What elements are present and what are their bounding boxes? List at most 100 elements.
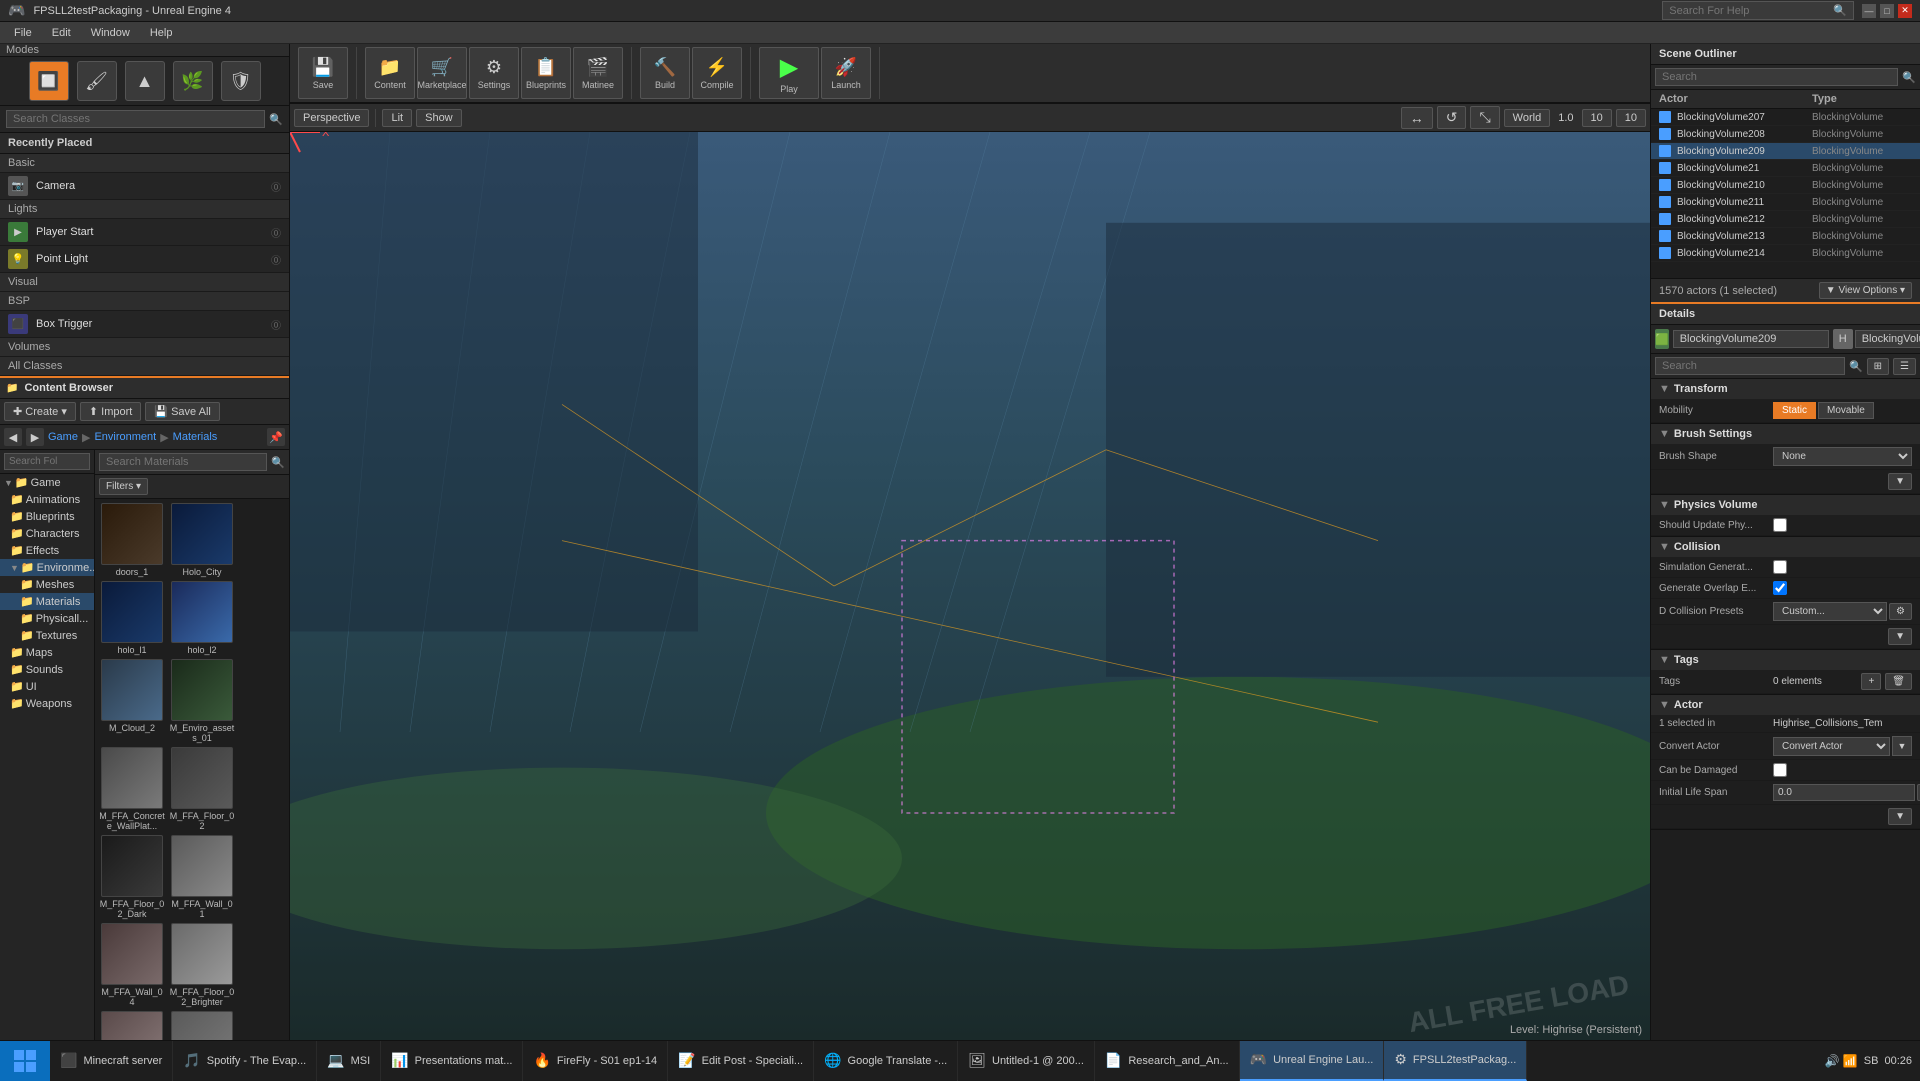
tags-remove-btn[interactable]: 🗑 bbox=[1885, 673, 1912, 690]
tree-weapons[interactable]: 📁 Weapons bbox=[0, 695, 94, 712]
brush-settings-header[interactable]: ▼ Brush Settings bbox=[1651, 424, 1920, 444]
asset-floor02-dark[interactable]: M_FFA_Floor_02_Dark bbox=[99, 835, 165, 919]
so-item-5[interactable]: BlockingVolume211 BlockingVolume bbox=[1651, 194, 1920, 211]
viewport[interactable]: X Y Z Level: Highrise (Persistent) ALL F… bbox=[290, 132, 1650, 1040]
close-btn[interactable]: ✕ bbox=[1898, 4, 1912, 18]
maximize-btn[interactable]: □ bbox=[1880, 4, 1894, 18]
tags-add-btn[interactable]: + bbox=[1861, 673, 1881, 690]
asset-floor02-brighter[interactable]: M_FFA_Floor_02_Brighter bbox=[169, 923, 235, 1007]
tree-maps[interactable]: 📁 Maps bbox=[0, 644, 94, 661]
collision-header[interactable]: ▼ Collision bbox=[1651, 537, 1920, 557]
tree-game[interactable]: ▼ 📁 Game bbox=[0, 474, 94, 491]
convert-actor-select[interactable]: Convert Actor bbox=[1773, 737, 1890, 756]
convert-actor-dropdown-btn[interactable]: ▼ bbox=[1892, 736, 1912, 756]
taskbar-firefly[interactable]: 🔥 FireFly - S01 ep1-14 bbox=[523, 1041, 668, 1081]
import-btn[interactable]: ⬆ Import bbox=[80, 402, 141, 421]
so-item-8[interactable]: BlockingVolume214 BlockingVolume bbox=[1651, 245, 1920, 262]
asset-holo-city[interactable]: Holo_City bbox=[169, 503, 235, 577]
tree-sounds[interactable]: 📁 Sounds bbox=[0, 661, 94, 678]
so-item-7[interactable]: BlockingVolume213 BlockingVolume bbox=[1651, 228, 1920, 245]
save-all-btn[interactable]: 💾 Save All bbox=[145, 402, 220, 421]
paint-mode-btn[interactable]: 🖌 bbox=[77, 61, 117, 101]
asset-holo-l1[interactable]: holo_l1 bbox=[99, 581, 165, 655]
brush-shape-select[interactable]: None bbox=[1773, 447, 1912, 466]
play-btn[interactable]: ▶ Play bbox=[759, 47, 819, 99]
static-btn[interactable]: Static bbox=[1773, 402, 1816, 419]
menu-help[interactable]: Help bbox=[140, 25, 183, 41]
so-item-6[interactable]: BlockingVolume212 BlockingVolume bbox=[1651, 211, 1920, 228]
tree-meshes[interactable]: 📁 Meshes bbox=[0, 576, 94, 593]
folder-search-input[interactable] bbox=[4, 453, 90, 470]
life-span-input[interactable] bbox=[1773, 784, 1915, 801]
tree-animations[interactable]: 📁 Animations bbox=[0, 491, 94, 508]
asset-holo-l2[interactable]: holo_l2 bbox=[169, 581, 235, 655]
minimize-btn[interactable]: — bbox=[1862, 4, 1876, 18]
compile-btn[interactable]: ⚡ Compile bbox=[692, 47, 742, 99]
so-view-options-btn[interactable]: ▼ View Options ▾ bbox=[1819, 282, 1912, 299]
so-item-3[interactable]: BlockingVolume21 BlockingVolume bbox=[1651, 160, 1920, 177]
tree-textures[interactable]: 📁 Textures bbox=[0, 627, 94, 644]
so-search-input[interactable] bbox=[1655, 68, 1898, 86]
vp-grid-btn[interactable]: 10 bbox=[1582, 109, 1612, 127]
actor-file-input[interactable] bbox=[1855, 330, 1920, 348]
launch-btn[interactable]: 🚀 Launch bbox=[821, 47, 871, 99]
nav-lock-btn[interactable]: 📌 bbox=[267, 428, 285, 446]
asset-cloud2[interactable]: M_Cloud_2 bbox=[99, 659, 165, 743]
vp-rot-btn[interactable]: 10 bbox=[1616, 109, 1646, 127]
materials-search-input[interactable] bbox=[99, 453, 267, 471]
breadcrumb-game[interactable]: Game bbox=[48, 431, 78, 443]
so-item-1[interactable]: BlockingVolume208 BlockingVolume bbox=[1651, 126, 1920, 143]
foliage-mode-btn[interactable]: 🌿 bbox=[173, 61, 213, 101]
overlap-checkbox[interactable] bbox=[1773, 581, 1787, 595]
update-physics-checkbox[interactable] bbox=[1773, 518, 1787, 532]
build-btn[interactable]: 🔨 Build bbox=[640, 47, 690, 99]
nav-back-btn[interactable]: ◀ bbox=[4, 428, 22, 446]
so-item-4[interactable]: BlockingVolume210 BlockingVolume bbox=[1651, 177, 1920, 194]
asset-wall04[interactable]: M_FFA_Wall_04 bbox=[99, 923, 165, 1007]
tree-environment[interactable]: ▼ 📁 Environme... bbox=[0, 559, 94, 576]
perspective-btn[interactable]: Perspective bbox=[294, 109, 369, 127]
so-item-2[interactable]: BlockingVolume209 BlockingVolume bbox=[1651, 143, 1920, 160]
collision-expand-btn[interactable]: ▼ bbox=[1888, 628, 1912, 645]
tree-physically[interactable]: 📁 Physicall... bbox=[0, 610, 94, 627]
taskbar-google[interactable]: 🌐 Google Translate -... bbox=[814, 1041, 958, 1081]
menu-file[interactable]: File bbox=[4, 25, 42, 41]
start-button[interactable] bbox=[0, 1041, 50, 1081]
presets-select[interactable]: Custom... bbox=[1773, 602, 1887, 621]
vp-translate-btn[interactable]: ↔ bbox=[1401, 107, 1433, 129]
actor-expand-btn[interactable]: ▼ bbox=[1888, 808, 1912, 825]
landscape-mode-btn[interactable]: ▲ bbox=[125, 61, 165, 101]
tree-effects[interactable]: 📁 Effects bbox=[0, 542, 94, 559]
show-btn[interactable]: Show bbox=[416, 109, 462, 127]
physics-volume-header[interactable]: ▼ Physics Volume bbox=[1651, 495, 1920, 515]
asset-doors1[interactable]: doors_1 bbox=[99, 503, 165, 577]
asset-concrete-wall[interactable]: M_FFA_Concrete_WallPlat... bbox=[99, 747, 165, 831]
asset-env-assets[interactable]: M_Enviro_assets_01 bbox=[169, 659, 235, 743]
taskbar-untitled[interactable]: 🖼 Untitled-1 @ 200... bbox=[958, 1041, 1095, 1081]
breadcrumb-environment[interactable]: Environment bbox=[94, 431, 156, 443]
menu-window[interactable]: Window bbox=[81, 25, 140, 41]
brush-more-btn[interactable]: ▼ bbox=[1888, 473, 1912, 490]
menu-edit[interactable]: Edit bbox=[42, 25, 81, 41]
blueprints-btn[interactable]: 📋 Blueprints bbox=[521, 47, 571, 99]
vp-rotate-btn[interactable]: ↺ bbox=[1437, 106, 1467, 129]
tree-ui[interactable]: 📁 UI bbox=[0, 678, 94, 695]
save-btn[interactable]: 💾 Save bbox=[298, 47, 348, 99]
geometry-mode-btn[interactable]: 🛡 bbox=[221, 61, 261, 101]
actor-name-input[interactable] bbox=[1673, 330, 1829, 348]
taskbar-research[interactable]: 📄 Research_and_An... bbox=[1095, 1041, 1240, 1081]
lit-btn[interactable]: Lit bbox=[382, 109, 412, 127]
asset-floor02[interactable]: M_FFA_Floor_02 bbox=[169, 747, 235, 831]
create-btn[interactable]: ✚ Create ▾ bbox=[4, 402, 76, 421]
content-btn[interactable]: 📁 Content bbox=[365, 47, 415, 99]
tree-blueprints[interactable]: 📁 Blueprints bbox=[0, 508, 94, 525]
placed-item-pointlight[interactable]: 💡 Point Light ⓪ bbox=[0, 246, 289, 273]
filters-btn[interactable]: Filters ▾ bbox=[99, 478, 148, 495]
details-grid-btn[interactable]: ⊞ bbox=[1867, 358, 1889, 375]
taskbar-unreal[interactable]: 🎮 Unreal Engine Lau... bbox=[1240, 1041, 1385, 1081]
sim-gen-checkbox[interactable] bbox=[1773, 560, 1787, 574]
asset-wall01[interactable]: M_FFA_Wall_01 bbox=[169, 835, 235, 919]
taskbar-presentations[interactable]: 📊 Presentations mat... bbox=[381, 1041, 523, 1081]
search-classes-input[interactable] bbox=[6, 110, 265, 128]
taskbar-spotify[interactable]: 🎵 Spotify - The Evap... bbox=[173, 1041, 317, 1081]
